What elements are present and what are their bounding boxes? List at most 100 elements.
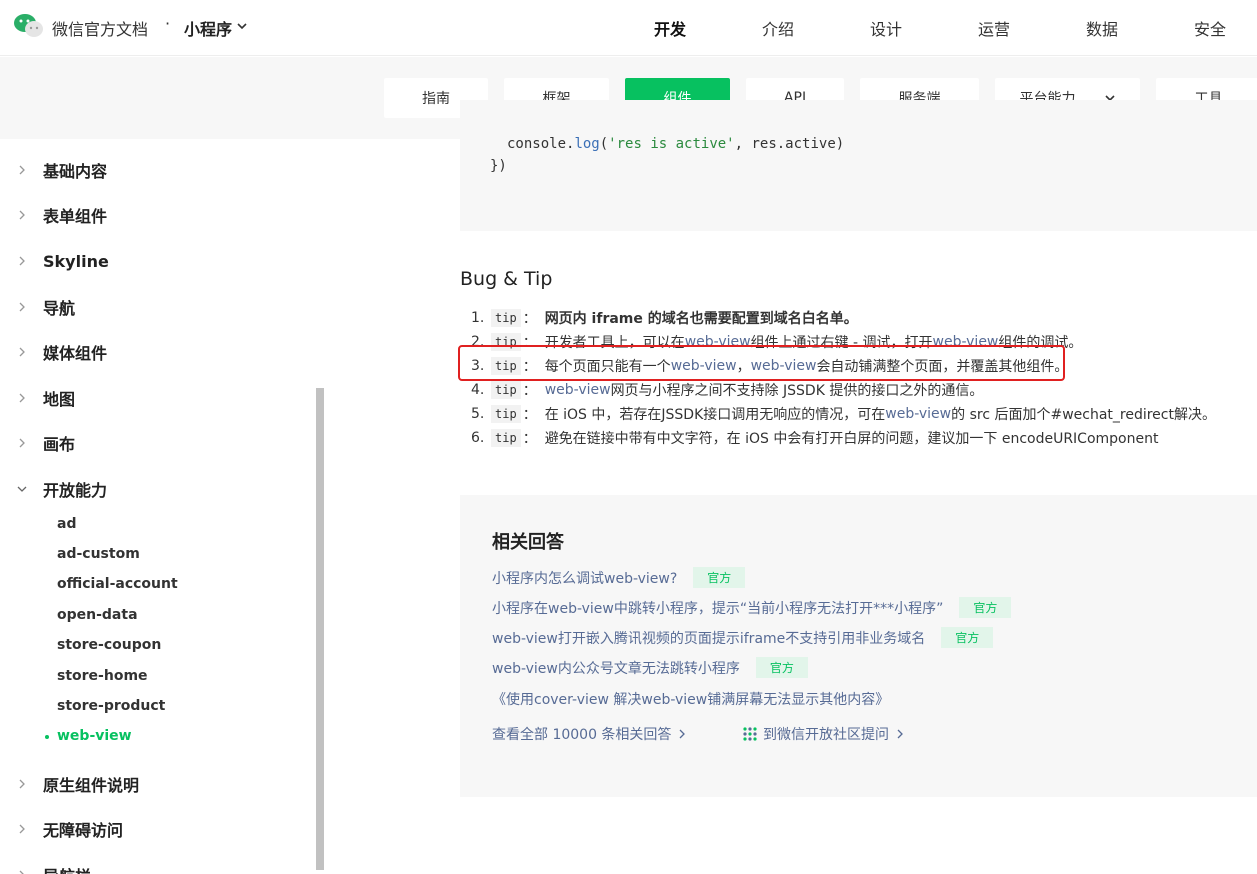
nav-security[interactable]: 安全: [1194, 16, 1226, 40]
answer-link[interactable]: web-view打开嵌入腾讯视频的页面提示iframe不支持引用非业务域名: [492, 628, 925, 648]
sidebar-item-skyline[interactable]: Skyline: [0, 246, 300, 276]
answer-item[interactable]: 小程序内怎么调试web-view? 官方: [492, 567, 746, 588]
answer-item[interactable]: web-view内公众号文章无法跳转小程序 官方: [492, 657, 808, 678]
sidebar-item-navbar[interactable]: 导航栏: [0, 860, 300, 874]
sidebar-item-accessibility[interactable]: 无障碍访问: [0, 814, 300, 844]
tip-colon: ：: [522, 431, 537, 447]
chevron-right-icon: [19, 256, 25, 266]
sidebar-item-label: 基础内容: [43, 162, 108, 181]
sidebar-item-form-components[interactable]: 表单组件: [0, 200, 300, 230]
ask-label: 到微信开放社区提问: [763, 727, 889, 743]
sidebar-subitem-open-data[interactable]: open-data: [57, 607, 138, 623]
code-string: 'res is active': [608, 136, 735, 152]
tip-label: tip: [491, 381, 521, 399]
tip-text: 的 src 后面加个#wechat_redirect解决。: [951, 407, 1216, 423]
tip-colon: ：: [522, 311, 537, 327]
sidebar-subitem-official-account[interactable]: official-account: [57, 576, 178, 592]
tip-number: 5.: [471, 406, 485, 422]
official-badge: 官方: [755, 657, 808, 678]
section-heading-bug-tip: Bug & Tip: [460, 268, 553, 290]
code-block: [460, 100, 1257, 231]
official-badge: 官方: [941, 627, 994, 648]
chevron-right-icon: [19, 870, 24, 874]
tip-text: 网页与小程序之间不支持除 JSSDK 提供的接口之外的通信。: [610, 383, 984, 399]
chevron-right-icon: [19, 210, 25, 220]
sidebar-item-label: 地图: [43, 390, 76, 409]
sidebar: 基础内容 表单组件 Skyline 导航 媒体组件 地图 画布 开放能力 ad …: [0, 139, 318, 874]
web-view-link[interactable]: web-view: [545, 382, 611, 398]
ask-community-link[interactable]: 到微信开放社区提问: [743, 724, 905, 744]
sidebar-item-basic-content[interactable]: 基础内容: [0, 155, 300, 185]
wechat-logo-icon[interactable]: [13, 13, 45, 39]
tip-item: 4. tip： web-view 网页与小程序之间不支持除 JSSDK 提供的接…: [471, 379, 983, 401]
chevron-right-icon: [897, 729, 903, 739]
site-brand[interactable]: 微信官方文档: [52, 16, 148, 40]
nav-data[interactable]: 数据: [1086, 16, 1118, 40]
highlight-annotation-box: [458, 345, 1065, 381]
sidebar-scrollbar[interactable]: [316, 388, 324, 870]
answer-link[interactable]: 小程序内怎么调试web-view?: [492, 568, 677, 588]
code-text: , res.active): [734, 136, 845, 152]
sidebar-item-label: 导航: [43, 299, 76, 318]
product-selector[interactable]: 小程序: [184, 16, 232, 40]
answer-item[interactable]: 《使用cover-view 解决web-view铺满屏幕无法显示其他内容》: [492, 689, 889, 709]
sidebar-item-label: 原生组件说明: [43, 776, 140, 795]
view-all-label: 查看全部 10000 条相关回答: [492, 727, 672, 743]
answer-link[interactable]: web-view内公众号文章无法跳转小程序: [492, 658, 740, 678]
answer-link[interactable]: 《使用cover-view 解决web-view铺满屏幕无法显示其他内容》: [492, 689, 889, 709]
tip-number: 4.: [471, 382, 485, 398]
active-bullet-icon: [45, 735, 49, 739]
code-text: console.: [507, 136, 575, 152]
answer-item[interactable]: 小程序在web-view中跳转小程序，提示“当前小程序无法打开***小程序” 官方: [492, 597, 1012, 618]
sidebar-item-label: 画布: [43, 435, 76, 454]
code-line: console.log('res is active', res.active): [507, 136, 844, 152]
nav-design[interactable]: 设计: [870, 16, 902, 40]
nav-develop[interactable]: 开发: [654, 16, 686, 40]
sidebar-subitem-ad-custom[interactable]: ad-custom: [57, 546, 140, 562]
sidebar-subitem-store-coupon[interactable]: store-coupon: [57, 637, 161, 653]
sidebar-item-canvas[interactable]: 画布: [0, 428, 300, 458]
sidebar-item-navigation[interactable]: 导航: [0, 292, 300, 322]
brand-separator: ·: [165, 14, 171, 33]
sidebar-subitem-store-product[interactable]: store-product: [57, 698, 165, 714]
nav-operate[interactable]: 运营: [978, 16, 1010, 40]
chevron-down-icon: [17, 486, 27, 492]
sidebar-item-label: 无障碍访问: [43, 821, 124, 840]
chevron-right-icon: [19, 779, 25, 789]
answer-link[interactable]: 小程序在web-view中跳转小程序，提示“当前小程序无法打开***小程序”: [492, 598, 943, 618]
sidebar-item-label: 开放能力: [43, 481, 108, 500]
chevron-right-icon: [19, 347, 25, 357]
tip-colon: ：: [522, 407, 537, 423]
tip-text: 避免在链接中带有中文字符，在 iOS 中会有打开白屏的问题，建议加一下 enco…: [544, 431, 1159, 447]
tip-label: tip: [491, 309, 521, 327]
chevron-right-icon: [19, 824, 25, 834]
sidebar-subitem-web-view[interactable]: web-view: [57, 728, 132, 744]
sidebar-item-media[interactable]: 媒体组件: [0, 337, 300, 367]
chevron-right-icon: [19, 393, 25, 403]
sidebar-item-native-components[interactable]: 原生组件说明: [0, 769, 300, 799]
chevron-down-icon[interactable]: [236, 20, 248, 32]
sidebar-subitem-store-home[interactable]: store-home: [57, 668, 148, 684]
chevron-right-icon: [679, 729, 686, 739]
nav-intro[interactable]: 介绍: [762, 16, 794, 40]
code-text: (: [599, 136, 609, 152]
tip-item: 6. tip： 避免在链接中带有中文字符，在 iOS 中会有打开白屏的问题，建议…: [471, 427, 1158, 449]
sidebar-item-open-capability[interactable]: 开放能力: [0, 474, 300, 504]
sidebar-item-map[interactable]: 地图: [0, 383, 300, 413]
tab-label: 指南: [422, 91, 450, 107]
web-view-link[interactable]: web-view: [885, 406, 951, 422]
official-badge: 官方: [693, 567, 746, 588]
code-function: log: [574, 136, 600, 152]
answer-item[interactable]: web-view打开嵌入腾讯视频的页面提示iframe不支持引用非业务域名 官方: [492, 627, 994, 648]
code-line: }): [490, 158, 507, 174]
tip-colon: ：: [522, 383, 537, 399]
related-answers-title: 相关回答: [492, 532, 564, 553]
tip-number: 1.: [471, 310, 485, 326]
view-all-answers-link[interactable]: 查看全部 10000 条相关回答: [492, 724, 687, 744]
tip-label: tip: [491, 429, 521, 447]
sidebar-item-label: 媒体组件: [43, 344, 108, 363]
sidebar-subitem-ad[interactable]: ad: [57, 516, 76, 532]
official-badge: 官方: [959, 597, 1012, 618]
tip-number: 6.: [471, 430, 485, 446]
tip-label: tip: [491, 405, 521, 423]
